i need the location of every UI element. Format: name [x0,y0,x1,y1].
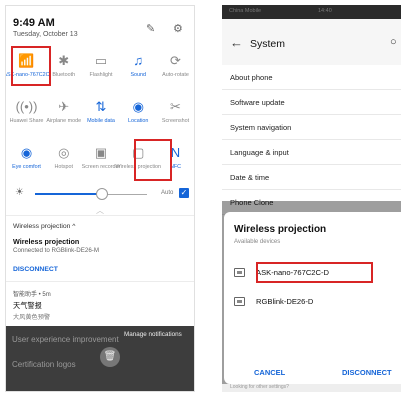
tile-bell[interactable]: ♫ Sound [120,50,157,96]
tile-huawei-share[interactable]: ((•)) Huawei Share [8,96,45,142]
settings-gear-icon[interactable]: ⚙ [173,22,183,35]
trash-icon[interactable]: 🗑 [100,347,120,367]
settings-item[interactable]: Software update [222,90,401,115]
quick-settings-panel: 9:49 AM Tuesday, October 13 ✎ ⚙ 📶 ASK-nan… [5,5,195,392]
airplane-icon: ✈ [58,99,70,114]
clock: 9:49 AM [13,17,55,29]
disconnect-button[interactable]: DISCONNECT [13,266,58,273]
notification-subtitle: Connected to RGBlink-DE26-M [13,247,99,254]
device-label: RGBlink-DE26-D [256,297,314,306]
backdrop-item-cert: Certification logos [12,360,76,369]
back-arrow-icon[interactable]: ← [230,35,243,50]
settings-item[interactable]: Language & input [222,140,401,165]
tile-label: Hotspot [54,164,74,170]
manage-notifications-button[interactable]: Manage notifications [124,331,182,338]
settings-item[interactable]: About phone [222,65,401,90]
tile-mobile-data[interactable]: ⇅ Mobile data [83,96,120,142]
brightness-control: ☀ Auto ✓ [13,187,191,201]
dialog-subtitle: Available devices [234,239,281,245]
settings-item[interactable]: Date & time [222,165,401,190]
brightness-slider-thumb[interactable] [96,188,109,200]
highlight-box-wifi [11,46,51,86]
brightness-fill [35,193,103,195]
notification-body: 大风黄色预警 [13,314,51,321]
dialog-disconnect-button[interactable]: DISCONNECT [342,368,392,377]
screen-icon [234,268,245,277]
footer-text: Looking for other settings? [230,384,289,390]
dialog-title: Wireless projection [234,224,327,235]
tile-label: Flashlight [89,72,113,78]
flashlight-icon: ▭ [94,53,108,68]
bluetooth-icon: ✱ [58,53,70,68]
tile-label: Location [128,118,149,124]
tile-screenshot[interactable]: ✂ Screenshot [157,96,194,142]
screenshot-icon: ✂ [170,99,181,114]
tile-label: Screenshot [161,118,190,124]
backdrop-item-ux: User experience improvement [12,335,119,344]
tile-airplane[interactable]: ✈ Airplane mode [45,96,82,142]
edit-icon[interactable]: ✎ [146,22,155,35]
settings-item[interactable]: System navigation [222,115,401,140]
mobile-data-icon: ⇅ [95,99,107,114]
hotspot-icon: ◎ [58,145,70,160]
tile-label: Airplane mode [46,118,82,124]
notification-app-title: Wireless projection ^ [13,223,76,230]
settings-backdrop: User experience improvement Manage notif… [6,326,194,391]
tile-row: ((•)) Huawei Share ✈ Airplane mode ⇅ Mobile d… [6,96,194,142]
device-item[interactable]: RGBlink-DE26-D [234,294,399,314]
tile-autorotate[interactable]: ⟳ Auto-rotate [157,50,194,96]
tile-label: Huawei Share [9,118,44,124]
settings-list: About phone Software update System navigat… [222,65,401,215]
auto-brightness-label: Auto [161,190,174,196]
page-title: System [250,38,286,50]
notification-title: 天气警报 [13,301,42,310]
search-icon[interactable]: ○ [390,36,397,48]
tile-flashlight[interactable]: ▭ Flashlight [83,50,120,96]
screen-icon [234,297,245,306]
auto-brightness-checkbox[interactable]: ✓ [179,188,189,198]
notification-heading: Wireless projection [13,237,80,246]
tile-screen-recorder[interactable]: ▣ Screen recorder [82,142,121,188]
title-bar: ← System ○ [222,19,401,65]
tile-eye-comfort[interactable]: ◉ Eye comfort [8,142,45,188]
projection-notification[interactable]: Wireless projection ^ Wireless projectio… [6,215,194,282]
tile-location[interactable]: ◉ Location [120,96,157,142]
tile-label: Auto-rotate [162,72,189,78]
system-settings-screen: China Mobile 14:40 ← System ○ About phon… [222,5,401,392]
autorotate-icon: ⟳ [170,53,181,68]
notification-source: 智能助手 • 5m [13,292,51,298]
weather-notification[interactable]: 智能助手 • 5m 天气警报 大风黄色预警 [6,282,194,326]
screen-recorder-icon: ▣ [94,145,108,160]
highlight-box-projection [134,139,172,181]
tile-label: Mobile data [87,118,115,124]
eye-comfort-icon: ◉ [20,145,33,160]
date: Tuesday, October 13 [13,31,78,38]
tile-hotspot[interactable]: ◎ Hotspot [45,142,82,188]
status-time: 14:40 [318,8,332,14]
huawei-share-icon: ((•)) [15,99,38,114]
location-icon: ◉ [132,99,144,114]
status-bar: China Mobile 14:40 [222,5,401,19]
bell-icon: ♫ [133,53,144,68]
carrier-label: China Mobile [229,8,262,14]
highlight-box-device [256,262,373,283]
tile-label: Sound [130,72,147,78]
footer: Looking for other settings? [222,384,401,392]
brightness-icon: ☀ [15,187,24,198]
cancel-button[interactable]: CANCEL [254,368,285,377]
nfc-icon: N [170,145,181,160]
projection-dialog: Wireless projection Available devices AS… [224,212,401,384]
tile-label: Bluetooth [52,72,76,78]
tile-label: Eye comfort [12,164,41,170]
